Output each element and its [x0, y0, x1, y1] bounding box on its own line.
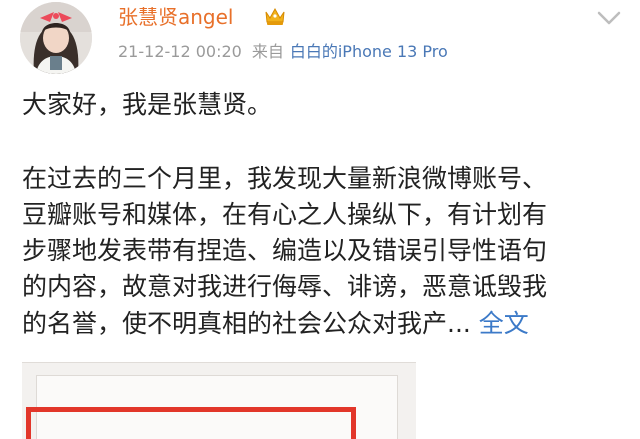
post-body-line: 的内容，故意对我进行侮辱、诽谤，恶意诋毁我	[22, 272, 548, 301]
post-body-line: 在过去的三个月里，我发现大量新浪微博账号、	[22, 164, 548, 193]
post-body-line: 的名誉，使不明真相的社会公众对我产...	[22, 309, 471, 338]
weibo-post: 张慧贤angel 21-12-12 00:20 来自 白白的iPhone 13 Pr…	[0, 0, 640, 439]
source-label: 来自	[251, 42, 284, 61]
attached-image[interactable]	[22, 362, 416, 439]
highlight-box	[26, 407, 356, 439]
post-body-line: 豆瓣账号和媒体，在有心之人操纵下，有计划有	[22, 200, 548, 229]
post-body-last-line: 的名誉，使不明真相的社会公众对我产... 全文	[22, 309, 529, 339]
post-timestamp: 21-12-12 00:20	[118, 42, 242, 61]
device-link[interactable]: 白白的iPhone 13 Pro	[290, 42, 448, 61]
crown-icon	[265, 7, 285, 25]
avatar[interactable]	[20, 2, 92, 74]
author-name[interactable]: 张慧贤angel	[118, 4, 234, 30]
post-body-line: 步骤地发表带有捏造、编造以及错误引导性语句	[22, 236, 548, 265]
expand-full-text-link[interactable]: 全文	[479, 309, 529, 338]
chevron-down-icon[interactable]	[596, 10, 622, 26]
post-meta: 21-12-12 00:20 来自 白白的iPhone 13 Pro	[118, 41, 448, 63]
post-greeting: 大家好，我是张慧贤。	[22, 90, 273, 119]
avatar-photo	[20, 2, 92, 74]
